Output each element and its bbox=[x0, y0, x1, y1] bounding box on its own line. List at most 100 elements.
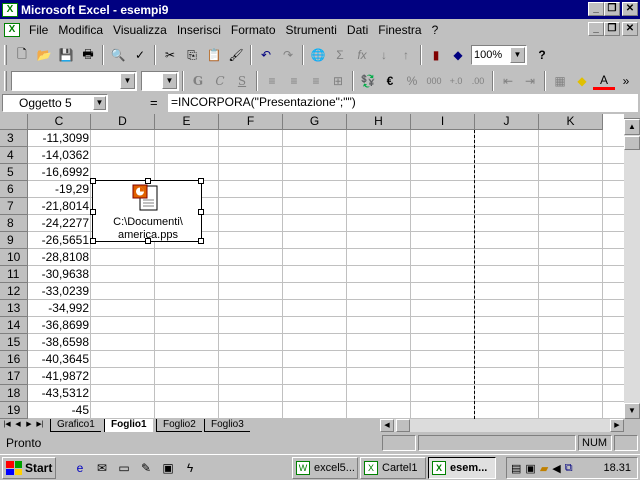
borders-icon[interactable]: ▦ bbox=[549, 70, 571, 92]
excel-icon[interactable]: X bbox=[2, 2, 18, 17]
select-all-corner[interactable] bbox=[0, 114, 28, 130]
cell-c5[interactable]: -16,6992 bbox=[28, 164, 90, 181]
scroll-left-icon[interactable]: ◀ bbox=[380, 419, 394, 432]
chevron-down-icon[interactable]: ▼ bbox=[510, 47, 525, 63]
sort-ascending-icon[interactable]: ↓ bbox=[373, 44, 395, 66]
more-buttons-icon[interactable]: » bbox=[615, 70, 637, 92]
row-header[interactable]: 14 bbox=[0, 317, 28, 334]
cell-c19[interactable]: -45 bbox=[28, 402, 90, 419]
menu-strumenti[interactable]: Strumenti bbox=[281, 23, 342, 37]
function-icon[interactable]: fx bbox=[351, 44, 373, 66]
sort-descending-icon[interactable]: ↑ bbox=[395, 44, 417, 66]
tray-app-icon[interactable]: ▤ bbox=[511, 462, 521, 475]
resize-handle[interactable] bbox=[90, 238, 96, 244]
column-header-j[interactable]: J bbox=[475, 114, 539, 130]
scroll-thumb[interactable] bbox=[624, 136, 640, 150]
menu-finestra[interactable]: Finestra bbox=[373, 23, 426, 37]
undo-icon[interactable]: ↶ bbox=[255, 44, 277, 66]
thousands-button[interactable]: 000 bbox=[423, 70, 445, 92]
column-header-c[interactable]: C bbox=[28, 114, 91, 130]
row-header[interactable]: 10 bbox=[0, 249, 28, 266]
menu-inserisci[interactable]: Inserisci bbox=[172, 23, 226, 37]
euro-button[interactable]: € bbox=[379, 70, 401, 92]
channels-icon[interactable]: ✎ bbox=[138, 460, 154, 476]
sheet-tab-grafico1[interactable]: Grafico1 bbox=[50, 419, 101, 432]
cell-c15[interactable]: -38,6598 bbox=[28, 334, 90, 351]
spelling-icon[interactable]: ✓ bbox=[129, 44, 151, 66]
column-header-g[interactable]: G bbox=[283, 114, 347, 130]
cell-c18[interactable]: -43,5312 bbox=[28, 385, 90, 402]
percent-button[interactable]: % bbox=[401, 70, 423, 92]
merge-center-icon[interactable]: ⊞ bbox=[327, 70, 349, 92]
currency-style-icon[interactable]: 💱 bbox=[357, 70, 379, 92]
hyperlink-icon[interactable]: 🌐 bbox=[307, 44, 329, 66]
paste-icon[interactable]: 📋 bbox=[203, 44, 225, 66]
open-icon[interactable]: 📂 bbox=[33, 44, 55, 66]
sheet-tab-foglio2[interactable]: Foglio2 bbox=[156, 419, 202, 432]
clock[interactable]: 18.31 bbox=[603, 462, 631, 474]
horizontal-scrollbar[interactable]: ◀ ▶ bbox=[380, 419, 624, 432]
font-name-dropdown[interactable]: ▼ bbox=[11, 71, 137, 91]
chevron-down-icon[interactable]: ▼ bbox=[120, 73, 135, 89]
autosum-icon[interactable]: Σ bbox=[329, 44, 351, 66]
cell-c13[interactable]: -34,992 bbox=[28, 300, 90, 317]
menu-visualizza[interactable]: Visualizza bbox=[108, 23, 172, 37]
prev-sheet-icon[interactable]: ◀ bbox=[13, 420, 23, 431]
menu-formato[interactable]: Formato bbox=[226, 23, 281, 37]
toolbar-grip[interactable] bbox=[4, 71, 7, 91]
title-bar[interactable]: X Microsoft Excel - esempi9 _ ❐ ✕ bbox=[0, 0, 640, 19]
scroll-thumb[interactable] bbox=[396, 419, 410, 432]
column-header-i[interactable]: I bbox=[411, 114, 475, 130]
menu-dati[interactable]: Dati bbox=[342, 23, 373, 37]
cell-c17[interactable]: -41,9872 bbox=[28, 368, 90, 385]
bold-button[interactable]: G bbox=[187, 70, 209, 92]
cell-c12[interactable]: -33,0239 bbox=[28, 283, 90, 300]
column-header-d[interactable]: D bbox=[91, 114, 155, 130]
print-icon[interactable]: 🖶 bbox=[77, 44, 99, 66]
row-header[interactable]: 18 bbox=[0, 385, 28, 402]
row-header[interactable]: 7 bbox=[0, 198, 28, 215]
resize-handle[interactable] bbox=[145, 178, 151, 184]
menu-help[interactable]: ? bbox=[427, 23, 444, 37]
cell-c3[interactable]: -11,3099 bbox=[28, 130, 90, 147]
row-header[interactable]: 6 bbox=[0, 181, 28, 198]
sheet-tab-foglio3[interactable]: Foglio3 bbox=[204, 419, 250, 432]
next-sheet-icon[interactable]: ▶ bbox=[24, 420, 34, 431]
row-header[interactable]: 5 bbox=[0, 164, 28, 181]
restore-button[interactable]: ❐ bbox=[604, 2, 620, 16]
format-painter-icon[interactable]: 🖌 bbox=[225, 44, 247, 66]
row-header[interactable]: 9 bbox=[0, 232, 28, 249]
doc-close-button[interactable]: ✕ bbox=[622, 22, 638, 36]
cell-c7[interactable]: -21,8014 bbox=[28, 198, 90, 215]
scroll-right-icon[interactable]: ▶ bbox=[610, 419, 624, 432]
row-header[interactable]: 13 bbox=[0, 300, 28, 317]
cut-icon[interactable]: ✂ bbox=[159, 44, 181, 66]
align-right-icon[interactable]: ≡ bbox=[305, 70, 327, 92]
cell-c6[interactable]: -19,29 bbox=[28, 181, 90, 198]
fill-color-icon[interactable]: ◆ bbox=[571, 70, 593, 92]
cell-c11[interactable]: -30,9638 bbox=[28, 266, 90, 283]
desktop-icon[interactable]: ▭ bbox=[116, 460, 132, 476]
worksheet-grid[interactable]: CDEFGHIJK 3 -11,3099 4 -14,0362 5 -16,6992 6 -1… bbox=[0, 114, 640, 419]
toolbar-grip[interactable] bbox=[4, 45, 7, 65]
vertical-scrollbar[interactable]: ▲ ▼ bbox=[624, 114, 640, 419]
row-header[interactable]: 17 bbox=[0, 368, 28, 385]
zoom-dropdown[interactable]: 100% ▼ bbox=[471, 45, 527, 65]
row-header[interactable]: 16 bbox=[0, 351, 28, 368]
doc-restore-button[interactable]: ❐ bbox=[604, 22, 620, 36]
last-sheet-icon[interactable]: ▶| bbox=[35, 420, 45, 431]
resize-handle[interactable] bbox=[145, 238, 151, 244]
sheet-tab-foglio1[interactable]: Foglio1 bbox=[104, 419, 153, 432]
row-header[interactable]: 12 bbox=[0, 283, 28, 300]
chevron-down-icon[interactable]: ▼ bbox=[93, 96, 106, 110]
resize-handle[interactable] bbox=[198, 238, 204, 244]
drawing-icon[interactable]: ◆ bbox=[447, 44, 469, 66]
new-icon[interactable]: 🗋 bbox=[11, 44, 33, 66]
tray-speaker-icon[interactable]: ◀ bbox=[552, 462, 560, 475]
resize-handle[interactable] bbox=[90, 209, 96, 215]
resize-handle[interactable] bbox=[90, 178, 96, 184]
cell-c16[interactable]: -40,3645 bbox=[28, 351, 90, 368]
copy-icon[interactable]: ⎘ bbox=[181, 44, 203, 66]
decrease-decimal-icon[interactable]: .00 bbox=[467, 70, 489, 92]
chart-wizard-icon[interactable]: ▮ bbox=[425, 44, 447, 66]
